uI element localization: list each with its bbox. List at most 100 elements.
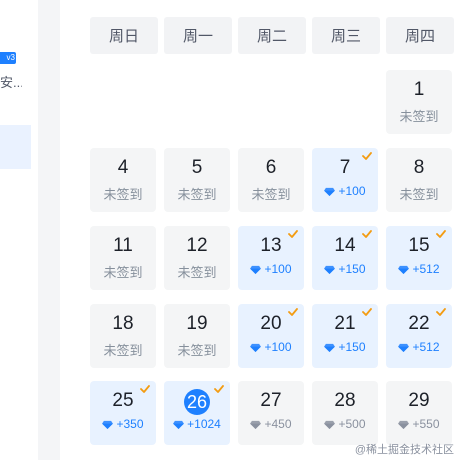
day-status: 未签到 [164,184,230,203]
ore-gem-icon [398,420,410,429]
day-status: +100 [312,184,378,198]
weekday-header-sun: 周日 [90,17,158,54]
calendar-day[interactable]: 21 +150 [312,304,378,368]
day-number: 27 [260,390,282,411]
checkmark-icon [140,385,150,393]
day-status-label: +500 [338,417,366,431]
day-status-label: 未签到 [103,265,143,280]
weekday-header-wed: 周三 [312,17,380,54]
calendar-day[interactable]: 14 +150 [312,226,378,290]
day-number: 4 [117,157,129,178]
day-status-label: 未签到 [399,109,439,124]
day-number: 8 [413,157,425,178]
day-number: 22 [408,313,430,334]
day-status: +100 [238,340,304,354]
ore-gem-icon [250,420,262,429]
day-status-label: 未签到 [177,265,217,280]
ore-gem-icon [173,420,185,429]
ore-gem-icon [324,343,336,352]
calendar-day[interactable]: 28 +500 [312,381,378,445]
calendar-day[interactable]: 12 未签到 [164,226,230,290]
calendar-day[interactable]: 26 +1024 [164,381,230,445]
today-day-number: 26 [184,389,210,415]
day-status: 未签到 [90,184,156,203]
day-status-label: +150 [338,340,366,354]
day-status-label: +550 [412,417,440,431]
calendar-day[interactable]: 19 未签到 [164,304,230,368]
left-sidebar-panel: v3 安... [0,0,38,460]
day-status: 未签到 [90,262,156,281]
day-status: +1024 [164,417,230,431]
day-number: 20 [260,313,282,334]
day-status: +150 [312,340,378,354]
day-number: 28 [334,390,356,411]
calendar-day[interactable]: 6 未签到 [238,148,304,212]
calendar-day[interactable]: 20 +100 [238,304,304,368]
calendar-day[interactable]: 4 未签到 [90,148,156,212]
day-status-label: +100 [338,184,366,198]
weekday-header-tue: 周二 [238,17,306,54]
calendar-day[interactable]: 5 未签到 [164,148,230,212]
checkmark-icon [436,308,446,316]
ore-gem-icon [324,420,336,429]
day-status: 未签到 [90,340,156,359]
day-status: 未签到 [386,106,452,125]
day-status-label: +150 [338,262,366,276]
day-status-label: 未签到 [177,343,217,358]
day-number: 18 [112,313,134,334]
sign-in-calendar: 周日 周一 周二 周三 周四 1 未签到 4 未签到 5 未签到 6 未签到 7 +100 8 未签到… [60,0,460,460]
day-number: 14 [334,235,356,256]
day-status: +150 [312,262,378,276]
day-number: 29 [408,390,430,411]
day-number: 7 [339,157,351,178]
checkmark-icon [436,230,446,238]
checkmark-icon [362,152,372,160]
day-status: 未签到 [164,340,230,359]
weekday-header-thu: 周四 [386,17,454,54]
calendar-day[interactable]: 8 未签到 [386,148,452,212]
day-status: +512 [386,340,452,354]
calendar-day[interactable]: 18 未签到 [90,304,156,368]
calendar-day[interactable]: 11 未签到 [90,226,156,290]
calendar-day[interactable]: 27 +450 [238,381,304,445]
ore-gem-icon [102,420,114,429]
day-number: 21 [334,313,356,334]
ore-gem-icon [398,343,410,352]
day-number: 1 [413,79,425,100]
ore-gem-icon [324,187,336,196]
ore-gem-icon [250,343,262,352]
ore-gem-icon [398,265,410,274]
day-status: 未签到 [386,184,452,203]
checkmark-icon [288,308,298,316]
day-number: 5 [191,157,203,178]
day-status: +450 [238,417,304,431]
calendar-day[interactable]: 7 +100 [312,148,378,212]
sidebar-text: 安... [0,75,22,90]
day-status: 未签到 [238,184,304,203]
day-status: +550 [386,417,452,431]
day-status: +100 [238,262,304,276]
day-status: 未签到 [164,262,230,281]
day-status-label: +512 [412,340,440,354]
day-status-label: +350 [116,417,144,431]
calendar-day[interactable]: 25 +350 [90,381,156,445]
day-number: 15 [408,235,430,256]
sidebar-active-item[interactable] [0,125,31,169]
calendar-day[interactable]: 13 +100 [238,226,304,290]
day-number: 11 [113,235,133,256]
day-number: 19 [186,313,208,334]
watermark: @稀土掘金技术社区 [354,444,454,456]
ore-gem-icon [250,265,262,274]
calendar-day[interactable]: 22 +512 [386,304,452,368]
checkmark-icon [214,385,224,393]
day-number: 25 [112,390,134,411]
calendar-day[interactable]: 1 未签到 [386,70,452,134]
weekday-header-mon: 周一 [164,17,232,54]
day-number: 12 [186,235,208,256]
day-status-label: 未签到 [251,187,291,202]
day-status-label: +1024 [187,417,221,431]
day-status-label: 未签到 [177,187,217,202]
calendar-day[interactable]: 15 +512 [386,226,452,290]
calendar-day[interactable]: 29 +550 [386,381,452,445]
day-status-label: +512 [412,262,440,276]
